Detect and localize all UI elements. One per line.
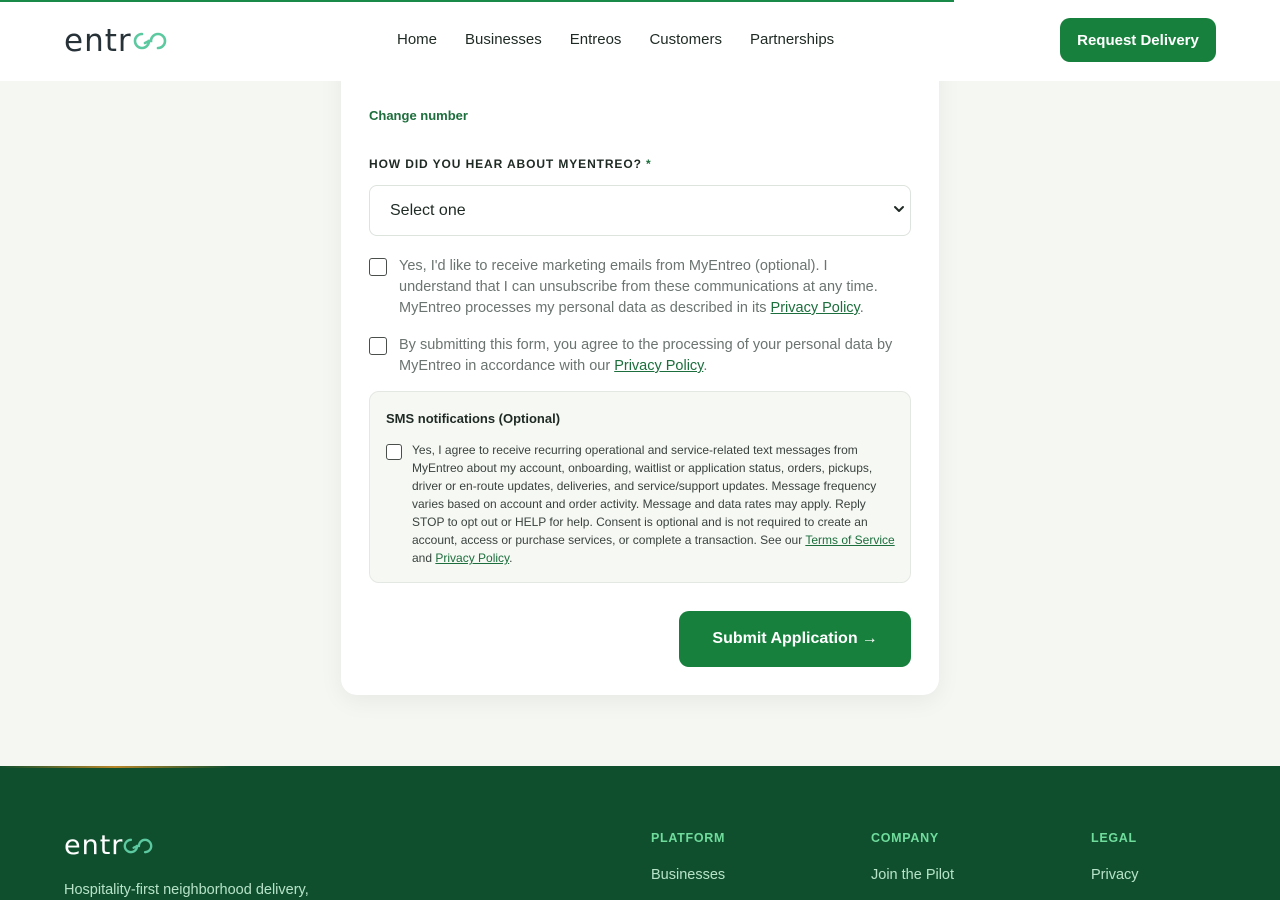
footer-heading-legal: LEGAL [1091,831,1137,845]
footer-heading-platform: PLATFORM [651,831,726,845]
hear-about-label: HOW DID YOU HEAR ABOUT MYENTREO? * [369,157,652,171]
site-header: entr Home Businesses Entreos Customers P… [0,0,1280,81]
infinity-loop-icon [133,32,166,50]
sms-notifications-panel: SMS notifications (Optional) Yes, I agre… [369,391,911,583]
data-processing-text: By submitting this form, you agree to th… [399,337,893,374]
hear-about-select[interactable]: Select one [369,185,911,236]
marketing-privacy-link[interactable]: Privacy Policy [771,300,860,316]
nav-customers[interactable]: Customers [635,30,736,50]
footer-link-join-pilot[interactable]: Join the Pilot [871,867,954,883]
sms-title: SMS notifications (Optional) [386,411,561,426]
data-processing-checkbox[interactable] [369,337,387,355]
nav-businesses[interactable]: Businesses [451,30,556,50]
sms-privacy-link[interactable]: Privacy Policy [435,551,509,565]
arrow-right-icon: → [861,630,878,647]
sms-consent-row: Yes, I agree to receive recurring operat… [386,441,897,567]
hear-about-label-text: HOW DID YOU HEAR ABOUT MYENTREO? [369,157,642,171]
sms-consent-text: Yes, I agree to receive recurring operat… [412,443,895,565]
marketing-consent-text: Yes, I'd like to receive marketing email… [399,258,878,316]
page-progress-bar [0,0,954,2]
data-processing-consent-row: By submitting this form, you agree to th… [369,335,911,377]
change-number-link[interactable]: Change number [369,108,468,123]
terms-of-service-link[interactable]: Terms of Service [805,533,894,547]
application-form-card: Change number HOW DID YOU HEAR ABOUT MYE… [341,40,939,695]
main-nav: Home Businesses Entreos Customers Partne… [383,30,848,50]
footer-link-businesses[interactable]: Businesses [651,867,725,883]
nav-entreos[interactable]: Entreos [556,30,636,50]
site-footer: entr Hospitality-first neighborhood deli… [0,766,1280,900]
entreo-logo[interactable]: entr [64,23,167,59]
infinity-loop-icon [124,838,153,853]
submit-application-button[interactable]: Submit Application → [679,611,911,667]
sms-consent-checkbox[interactable] [386,444,402,460]
nav-partnerships[interactable]: Partnerships [736,30,848,50]
consent-privacy-link[interactable]: Privacy Policy [614,358,703,374]
nav-home[interactable]: Home [383,30,451,50]
footer-logo-wordmark: entr [64,830,124,861]
marketing-consent-row: Yes, I'd like to receive marketing email… [369,256,911,319]
footer-link-privacy[interactable]: Privacy [1091,867,1139,883]
required-asterisk: * [646,157,652,171]
logo-wordmark: entr [64,23,132,59]
chevron-down-icon [894,206,904,212]
footer-accent-line [0,766,230,768]
footer-heading-company: COMPANY [871,831,939,845]
marketing-consent-checkbox[interactable] [369,258,387,276]
hear-about-select-value: Select one [390,201,466,219]
footer-column-company: COMPANY Join the Pilot [871,831,954,883]
request-delivery-button[interactable]: Request Delivery [1060,18,1216,62]
footer-column-platform: PLATFORM Businesses [651,831,725,883]
footer-logo[interactable]: entr [64,830,153,861]
submit-label: Submit Application [712,630,858,647]
footer-column-legal: LEGAL Privacy [1091,831,1139,883]
footer-tagline: Hospitality-first neighborhood delivery, [64,882,309,898]
